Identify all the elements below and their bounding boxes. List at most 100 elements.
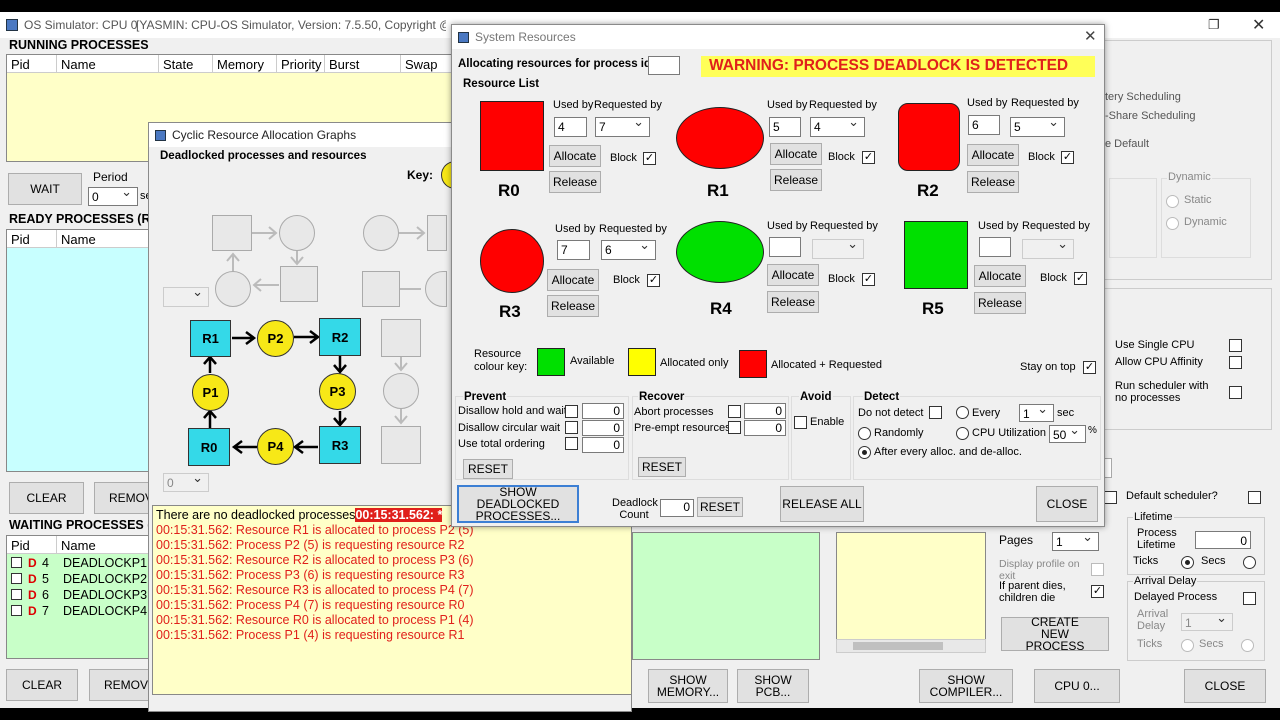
deadlock-count-input[interactable]: 0 xyxy=(660,499,694,517)
col-name[interactable]: Name xyxy=(57,230,152,248)
event-log[interactable]: There are no deadlocked processes00:15:3… xyxy=(152,505,632,695)
used-by-input[interactable]: 7 xyxy=(557,240,590,260)
release-button[interactable]: Release xyxy=(770,169,822,191)
allocate-button[interactable]: Allocate xyxy=(974,265,1026,287)
randomly-radio[interactable] xyxy=(858,427,871,440)
release-button[interactable]: Release xyxy=(967,171,1019,193)
parent-dies-checkbox[interactable]: ✓ xyxy=(1091,585,1104,598)
hold-wait-input[interactable]: 0 xyxy=(582,403,624,419)
cpu-affinity-checkbox[interactable] xyxy=(1229,356,1242,369)
lottery-scheduling-option[interactable]: tery Scheduling xyxy=(1105,91,1181,103)
static-radio[interactable] xyxy=(1166,195,1179,208)
requested-by-select[interactable] xyxy=(1022,237,1074,259)
restore-icon[interactable]: ❐ xyxy=(1208,17,1220,33)
release-all-button[interactable]: RELEASE ALL xyxy=(780,486,864,522)
waiting-processes-table[interactable]: Pid Name D 4 DEADLOCKP1 D 5 DEADLOCKP2 D… xyxy=(6,535,152,659)
create-new-process-button[interactable]: CREATE NEW PROCESS xyxy=(1001,616,1109,652)
arrival-secs-radio[interactable] xyxy=(1181,639,1194,652)
every-radio[interactable] xyxy=(956,406,969,419)
circular-wait-input[interactable]: 0 xyxy=(582,420,624,436)
hold-wait-checkbox[interactable] xyxy=(565,405,578,418)
clear-waiting-button[interactable]: CLEAR xyxy=(6,669,78,701)
remove-ready-button[interactable]: REMOVE xyxy=(94,482,154,514)
alloc-process-input[interactable] xyxy=(648,56,680,75)
col-name[interactable]: Name xyxy=(57,536,152,554)
release-button[interactable]: Release xyxy=(767,291,819,313)
col-name[interactable]: Name xyxy=(57,55,159,73)
period-select[interactable]: 0 xyxy=(88,185,138,206)
used-by-input[interactable]: 6 xyxy=(968,115,1000,135)
release-button[interactable]: Release xyxy=(549,171,601,193)
ticks-radio[interactable] xyxy=(1243,556,1256,569)
close-sysres-button[interactable]: CLOSE xyxy=(1036,486,1098,522)
table-row[interactable]: D 4 DEADLOCKP1 xyxy=(11,556,151,572)
col-state[interactable]: State xyxy=(159,55,213,73)
close-main-button[interactable]: CLOSE xyxy=(1184,669,1266,703)
used-by-input[interactable] xyxy=(979,237,1011,257)
scroll-thumb[interactable] xyxy=(853,642,943,650)
cpu-utilization-select[interactable]: 50 xyxy=(1049,423,1086,443)
block-checkbox[interactable]: ✓ xyxy=(862,273,875,286)
block-checkbox[interactable]: ✓ xyxy=(862,151,875,164)
block-checkbox[interactable]: ✓ xyxy=(1061,151,1074,164)
preempt-checkbox[interactable] xyxy=(728,421,741,434)
allocate-button[interactable]: Allocate xyxy=(767,264,819,286)
table-row[interactable]: D 6 DEADLOCKP3 xyxy=(11,588,151,604)
secondary-table-2[interactable] xyxy=(836,532,986,648)
allocate-button[interactable]: Allocate xyxy=(549,145,601,167)
requested-by-select[interactable]: 4 xyxy=(810,115,865,137)
show-pcb-button[interactable]: SHOW PCB... xyxy=(737,669,809,703)
show-compiler-button[interactable]: SHOW COMPILER... xyxy=(919,669,1013,703)
fair-share-option[interactable]: -Share Scheduling xyxy=(1105,110,1196,122)
row-checkbox[interactable] xyxy=(11,557,22,568)
allocate-button[interactable]: Allocate xyxy=(770,143,822,165)
delayed-process-checkbox[interactable] xyxy=(1243,592,1256,605)
clear-ready-button[interactable]: CLEAR xyxy=(9,482,84,514)
requested-by-select[interactable]: 5 xyxy=(1010,115,1065,137)
secondary-table[interactable] xyxy=(632,532,820,660)
circular-wait-checkbox[interactable] xyxy=(565,421,578,434)
requested-by-select[interactable] xyxy=(812,237,864,259)
abort-checkbox[interactable] xyxy=(728,405,741,418)
default-option[interactable]: e Default xyxy=(1105,138,1149,150)
table-row[interactable]: D 7 DEADLOCKP4 xyxy=(11,604,151,620)
sysres-close-icon[interactable]: ✕ xyxy=(1084,27,1097,45)
col-pid[interactable]: Pid xyxy=(7,230,57,248)
requested-by-select[interactable]: 7 xyxy=(595,115,650,137)
block-checkbox[interactable]: ✓ xyxy=(647,274,660,287)
default-scheduler-checkbox[interactable] xyxy=(1248,491,1261,504)
block-checkbox[interactable]: ✓ xyxy=(643,152,656,165)
default-scheduler-left-checkbox[interactable] xyxy=(1104,491,1117,504)
every-select[interactable]: 1 xyxy=(1019,402,1054,422)
recover-reset-button[interactable]: RESET xyxy=(638,457,686,477)
display-profile-checkbox[interactable] xyxy=(1091,563,1104,576)
close-icon[interactable]: ✕ xyxy=(1252,15,1265,35)
row-checkbox[interactable] xyxy=(11,605,22,616)
used-by-input[interactable]: 5 xyxy=(769,117,801,137)
dynamic-radio[interactable] xyxy=(1166,217,1179,230)
do-not-detect-checkbox[interactable] xyxy=(929,406,942,419)
used-by-input[interactable] xyxy=(769,237,801,257)
process-lifetime-input[interactable]: 0 xyxy=(1195,531,1251,549)
preempt-input[interactable]: 0 xyxy=(744,420,786,436)
ready-processes-table[interactable]: Pid Name xyxy=(6,229,152,472)
table-row[interactable]: D 5 DEADLOCKP2 xyxy=(11,572,151,588)
col-pid[interactable]: Pid xyxy=(7,55,57,73)
secs-radio[interactable] xyxy=(1181,556,1194,569)
allocate-button[interactable]: Allocate xyxy=(547,269,599,291)
stay-on-top-checkbox[interactable]: ✓ xyxy=(1083,361,1096,374)
col-memory[interactable]: Memory xyxy=(213,55,277,73)
wait-button[interactable]: WAIT xyxy=(8,173,82,205)
release-button[interactable]: Release xyxy=(974,292,1026,314)
after-every-radio[interactable] xyxy=(858,446,871,459)
arrival-ticks-radio[interactable] xyxy=(1241,639,1254,652)
col-pid[interactable]: Pid xyxy=(7,536,57,554)
arrival-delay-select[interactable]: 1 xyxy=(1181,611,1233,631)
used-by-input[interactable]: 4 xyxy=(554,117,587,137)
deadlock-reset-button[interactable]: RESET xyxy=(697,497,743,517)
row-checkbox[interactable] xyxy=(11,573,22,584)
prevent-reset-button[interactable]: RESET xyxy=(463,459,513,479)
show-deadlocked-button[interactable]: SHOW DEADLOCKED PROCESSES... xyxy=(457,485,579,523)
single-cpu-checkbox[interactable] xyxy=(1229,339,1242,352)
pages-select[interactable]: 1 xyxy=(1052,530,1099,551)
